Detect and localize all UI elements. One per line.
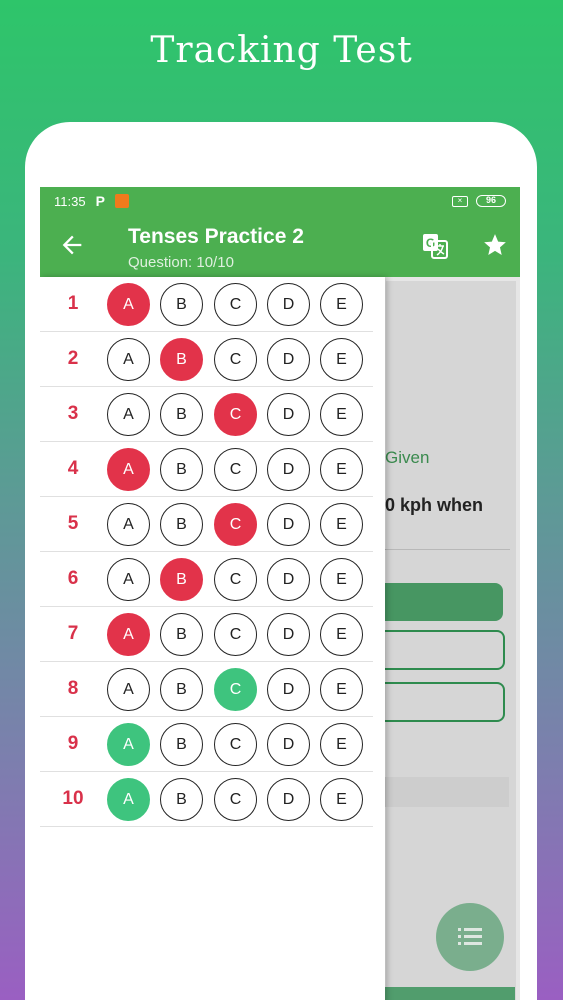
answer-bubble-b[interactable]: B [160, 448, 203, 491]
answer-option[interactable] [385, 630, 505, 670]
sim-icon: × [452, 195, 468, 207]
page-title: Tenses Practice 2 [128, 225, 304, 248]
given-label: Given [385, 448, 430, 467]
answer-bubble-a[interactable]: A [107, 558, 150, 601]
answer-bubble-b[interactable]: B [160, 503, 203, 546]
answer-bubble-a[interactable]: A [107, 393, 150, 436]
question-number: 7 [67, 623, 79, 644]
answer-bubble-a[interactable]: A [107, 723, 150, 766]
answer-bubble-d[interactable]: D [267, 283, 310, 326]
tracking-drawer: 1ABCDE2ABCDE3ABCDE4ABCDE5ABCDE6ABCDE7ABC… [40, 277, 385, 1000]
tracker-row[interactable]: 1 ABCDE [40, 277, 373, 332]
question-number: 5 [67, 513, 79, 534]
answer-bubble-c[interactable]: C [214, 613, 257, 656]
answer-bubble-e[interactable]: E [320, 723, 363, 766]
tracker-row[interactable]: 7 ABCDE [40, 607, 373, 662]
question-counter: Question: 10/10 [128, 254, 234, 271]
tracker-rows: 1ABCDE2ABCDE3ABCDE4ABCDE5ABCDE6ABCDE7ABC… [40, 277, 385, 827]
app-bar: Tenses Practice 2 Question: 10/10 G [40, 215, 520, 277]
question-number: 9 [67, 733, 79, 754]
answer-bubble-c[interactable]: C [214, 393, 257, 436]
answer-bubble-a[interactable]: A [107, 338, 150, 381]
list-icon [458, 928, 482, 945]
bottom-action-bar[interactable] [385, 987, 515, 1000]
tracker-row[interactable]: 10 A B C D E [40, 772, 373, 827]
battery-icon: 96 [476, 195, 506, 207]
answer-bubble-c[interactable]: C [214, 338, 257, 381]
answer-bubble-c[interactable]: C [214, 723, 257, 766]
question-text: 0 kph when [385, 495, 484, 515]
question-number: 8 [67, 678, 79, 699]
answer-bubble-d[interactable]: D [267, 558, 310, 601]
answer-bubble-a[interactable]: A [107, 668, 150, 711]
answer-bubble-a[interactable]: A [107, 283, 150, 326]
tracker-row[interactable]: 2 ABCDE [40, 332, 373, 387]
answer-bubble-e[interactable]: E [320, 283, 363, 326]
answer-bubble-b[interactable]: B [160, 558, 203, 601]
answer-bubble-d[interactable]: D [267, 778, 310, 821]
answer-bubble-e[interactable]: E [320, 448, 363, 491]
answer-bubble-a[interactable]: A [107, 613, 150, 656]
svg-text:G: G [426, 236, 435, 250]
answer-option[interactable] [385, 682, 505, 722]
question-number: 10 [62, 788, 84, 809]
answer-bubble-e[interactable]: E [320, 558, 363, 601]
app-screen: 11:35 P × 96 Tenses Practice 2 Question:… [40, 187, 520, 1000]
answer-bubble-d[interactable]: D [267, 338, 310, 381]
answer-bubble-c[interactable]: C [214, 503, 257, 546]
answer-bubble-d[interactable]: D [267, 448, 310, 491]
arrow-back-icon[interactable] [58, 231, 86, 259]
answer-bubble-d[interactable]: D [267, 723, 310, 766]
answer-bubble-c[interactable]: C [214, 558, 257, 601]
tracker-row[interactable]: 8 ABCDE [40, 662, 373, 717]
answer-bubble-a[interactable]: A [107, 448, 150, 491]
translate-icon[interactable]: G [422, 233, 448, 259]
answer-bubble-e[interactable]: E [320, 668, 363, 711]
status-right: × 96 [452, 195, 506, 207]
answer-bubble-d[interactable]: D [267, 503, 310, 546]
answer-bubble-b[interactable]: B [160, 393, 203, 436]
notification-app-icon [114, 194, 129, 208]
answer-bubble-d[interactable]: D [267, 668, 310, 711]
answer-bubble-d[interactable]: D [267, 393, 310, 436]
answer-bubble-d[interactable]: D [267, 613, 310, 656]
tracker-row[interactable]: 6 ABCDE [40, 552, 373, 607]
answer-bubble-e[interactable]: E [320, 338, 363, 381]
explanation-bar [385, 777, 509, 807]
answer-bubble-e[interactable]: E [320, 393, 363, 436]
status-bar: 11:35 P × 96 [40, 187, 520, 215]
tracker-row[interactable]: 9 ABCDE [40, 717, 373, 772]
phone-frame: 11:35 P × 96 Tenses Practice 2 Question:… [25, 122, 537, 1000]
answer-bubble-b[interactable]: B [160, 778, 203, 821]
tracker-row[interactable]: 5 ABCDE [40, 497, 373, 552]
star-icon[interactable] [482, 232, 508, 258]
answer-bubble-c[interactable]: C [214, 448, 257, 491]
answer-bubble-e[interactable]: E [320, 613, 363, 656]
question-number: 3 [67, 403, 79, 424]
answer-bubble-b[interactable]: B [160, 668, 203, 711]
answer-bubble-b[interactable]: B [160, 283, 203, 326]
tracker-fab-button[interactable] [436, 903, 504, 971]
tracker-row[interactable]: 4 ABCDE [40, 442, 373, 497]
answer-bubble-b[interactable]: B [160, 723, 203, 766]
answer-bubble-c[interactable]: C [214, 668, 257, 711]
answer-bubble-a[interactable]: A [107, 778, 150, 821]
answer-bubble-c[interactable]: C [214, 283, 257, 326]
question-number: 4 [67, 458, 79, 479]
answer-bubble-b[interactable]: B [160, 338, 203, 381]
question-number: 6 [67, 568, 79, 589]
promo-title: Tracking Test [150, 30, 413, 71]
question-number: 2 [67, 348, 79, 369]
question-number: 1 [67, 293, 79, 314]
status-time: 11:35 [54, 193, 86, 209]
answer-option[interactable] [385, 583, 503, 621]
answer-bubble-c[interactable]: C [214, 778, 257, 821]
answer-bubble-e[interactable]: E [320, 778, 363, 821]
answer-bubble-a[interactable]: A [107, 503, 150, 546]
answer-bubble-b[interactable]: B [160, 613, 203, 656]
answer-bubble-e[interactable]: E [320, 503, 363, 546]
notification-p-icon: P [95, 193, 105, 209]
tracker-row[interactable]: 3 ABCDE [40, 387, 373, 442]
divider [385, 549, 510, 550]
